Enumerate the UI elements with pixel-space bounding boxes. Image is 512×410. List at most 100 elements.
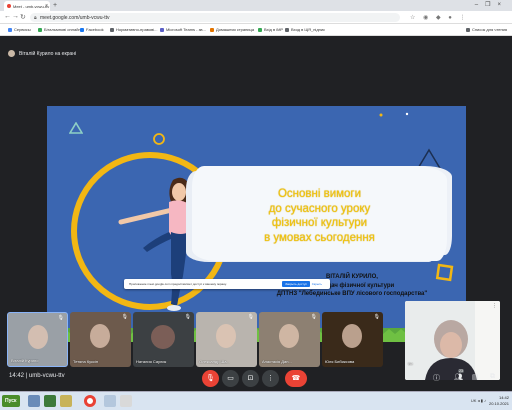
bookmark-favicon-icon xyxy=(80,28,84,32)
bookmark-item[interactable]: Бітальмнові онлайн xyxy=(38,27,81,32)
bookmark-favicon-icon xyxy=(8,28,12,32)
meet-stage: Віталій Курило на екрані Основні вимоги … xyxy=(0,37,512,391)
app2-taskbar-icon[interactable] xyxy=(120,395,132,407)
more-options-button[interactable]: ⋮ xyxy=(262,370,279,387)
start-button[interactable]: Пуск xyxy=(2,395,20,407)
forward-icon[interactable]: → xyxy=(12,13,19,20)
share-notice-text: Приложение meet.google.com предоставляет… xyxy=(129,282,227,286)
stop-sharing-button[interactable]: Закрыть доступ xyxy=(282,281,310,287)
taskbar-clock: 14:42 20.10.2021 xyxy=(488,395,509,406)
meeting-time-and-code: 14:42 | umb-vcwu-ttv xyxy=(9,373,65,379)
close-tab-icon[interactable]: × xyxy=(45,3,48,9)
participant-video xyxy=(216,324,236,348)
mic-off-icon: 🎙︎ xyxy=(206,375,215,382)
folder-taskbar-icon[interactable] xyxy=(60,395,72,407)
present-button[interactable]: ⊡ xyxy=(242,370,259,387)
explorer-taskbar-icon[interactable] xyxy=(28,395,40,407)
bookmark-item[interactable]: Список для чтения xyxy=(466,27,507,32)
participant-tile[interactable]: 🎙︎ Олександр Ша... xyxy=(196,312,257,367)
activities-icon[interactable]: ⧉ xyxy=(490,373,495,381)
url-text: meet.google.com/umb-vcwu-ttv xyxy=(40,15,110,21)
meet-favicon-icon xyxy=(7,4,11,8)
system-tray[interactable]: UK ◂ ▮ ♪ xyxy=(471,398,486,403)
mic-off-icon: 🎙︎ xyxy=(247,314,254,320)
bookmark-item[interactable]: Facebook xyxy=(80,27,104,32)
slide-title: Основні вимоги до сучасного уроку фізичн… xyxy=(264,188,375,244)
url-input[interactable]: 🔒︎ meet.google.com/umb-vcwu-ttv xyxy=(30,13,400,22)
bookmark-item[interactable]: Домашняя страница xyxy=(210,27,254,32)
participant-video xyxy=(342,324,362,348)
bookmarks-bar: Сервисы Бітальмнові онлайн Facebook Нормати… xyxy=(0,24,512,36)
participant-tile[interactable]: 🎙︎ Тетяна Куксін xyxy=(70,312,131,367)
bookmark-favicon-icon xyxy=(38,28,42,32)
more-vert-icon: ⋮ xyxy=(267,375,274,382)
people-icon[interactable]: 👥︎ xyxy=(454,373,463,381)
chrome-taskbar-icon[interactable] xyxy=(84,395,96,407)
participant-tile[interactable]: 🎙︎ Наталия Саулик xyxy=(133,312,194,367)
bookmark-favicon-icon xyxy=(210,28,214,32)
present-icon: ⊡ xyxy=(247,375,254,382)
phone-hangup-icon: ☎︎ xyxy=(291,375,301,382)
participant-name: Юля Бибиксова xyxy=(325,359,355,364)
browser-tab-bar: Meet - umb-vcwu-ttv × + –❐× xyxy=(0,0,512,11)
participant-name: Анастасія Дан... xyxy=(262,359,292,364)
address-bar: ← → ↻ 🔒︎ meet.google.com/umb-vcwu-ttv ☆ … xyxy=(0,11,512,24)
share-notice-bar: Приложение meet.google.com предоставляет… xyxy=(124,279,330,289)
end-call-button[interactable]: ☎︎ xyxy=(285,370,307,387)
tab-title: Meet - umb-vcwu-ttv xyxy=(13,4,50,9)
participant-video xyxy=(279,324,299,348)
mic-off-icon: 🎙︎ xyxy=(373,314,380,320)
bookmark-favicon-icon xyxy=(160,28,164,32)
bookmark-favicon-icon xyxy=(110,28,114,32)
mic-off-icon: 🎙︎ xyxy=(184,314,191,320)
window-taskbar-icon[interactable] xyxy=(104,395,116,407)
participant-name: Олександр Ша... xyxy=(199,359,230,364)
bookmark-item[interactable]: Сервисы xyxy=(8,27,31,32)
participant-name: Тетяна Куксін xyxy=(73,359,99,364)
presenter-label: Віталій Курило на екрані xyxy=(8,50,76,57)
meet-control-bar: 14:42 | umb-vcwu-ttv 🎙︎ ▭ ⊡ ⋮ ☎︎ ⓘ 👥︎ 23… xyxy=(0,367,512,391)
avatar xyxy=(8,50,15,57)
back-icon[interactable]: ← xyxy=(4,13,11,20)
participant-video xyxy=(90,324,110,348)
mic-off-icon: 🎙︎ xyxy=(121,314,128,320)
author-org: ДПТНЗ "Лебединське ВПУ лісового господар… xyxy=(276,291,428,297)
mic-off-button[interactable]: 🎙︎ xyxy=(202,370,219,387)
bookmark-item[interactable]: Вход в ЩЯ_підпис xyxy=(285,27,325,32)
participant-tile[interactable]: 🎙︎ Юля Бибиксова xyxy=(322,312,383,367)
dots-decoration xyxy=(379,112,409,117)
new-tab-icon[interactable]: + xyxy=(53,1,57,10)
camera-icon: ▭ xyxy=(227,375,234,382)
self-view-name: Ви xyxy=(408,361,413,366)
participant-count-badge: 23 xyxy=(458,369,464,373)
hide-notice-button[interactable]: Скрыть xyxy=(309,281,325,287)
app-taskbar-icon[interactable] xyxy=(44,395,56,407)
mic-off-icon: 🎙︎ xyxy=(57,315,64,321)
extension-icons[interactable]: ☆ ◉ ◆ ● ⋮ xyxy=(410,14,469,21)
participant-name: Віталій Курило xyxy=(11,358,39,363)
bookmark-item[interactable]: Microsoft Teams - зв... xyxy=(160,27,206,32)
mic-off-icon: 🎙︎ xyxy=(310,314,317,320)
browser-tab[interactable]: Meet - umb-vcwu-ttv × xyxy=(4,1,50,11)
participant-tile[interactable]: 🎙︎ Анастасія Дан... xyxy=(259,312,320,367)
os-taskbar: Пуск UK ◂ ▮ ♪ 14:42 20.10.2021 xyxy=(0,391,512,410)
bookmark-favicon-icon xyxy=(466,28,470,32)
bookmark-favicon-icon xyxy=(258,28,262,32)
chat-icon[interactable]: ▤ xyxy=(472,373,479,381)
avatar xyxy=(151,325,175,349)
bookmark-favicon-icon xyxy=(285,28,289,32)
bookmark-item[interactable]: Вхід в iMP xyxy=(258,27,283,32)
circle-outline-icon xyxy=(153,133,165,145)
shared-slide: Основні вимоги до сучасного уроку фізичн… xyxy=(47,106,466,342)
participant-name: Наталия Саулик xyxy=(136,359,167,364)
reload-icon[interactable]: ↻ xyxy=(20,13,26,21)
triangle-outline-icon xyxy=(69,122,83,134)
window-controls[interactable]: –❐× xyxy=(475,1,508,8)
info-icon[interactable]: ⓘ xyxy=(433,373,440,383)
participant-video xyxy=(28,325,48,349)
camera-button[interactable]: ▭ xyxy=(222,370,239,387)
lock-icon: 🔒︎ xyxy=(34,15,37,21)
more-options-icon[interactable]: ⋮ xyxy=(492,303,497,309)
participant-tile[interactable]: 🎙︎ Віталій Курило xyxy=(7,312,68,367)
bookmark-item[interactable]: Нормативно-правові... xyxy=(110,27,157,32)
